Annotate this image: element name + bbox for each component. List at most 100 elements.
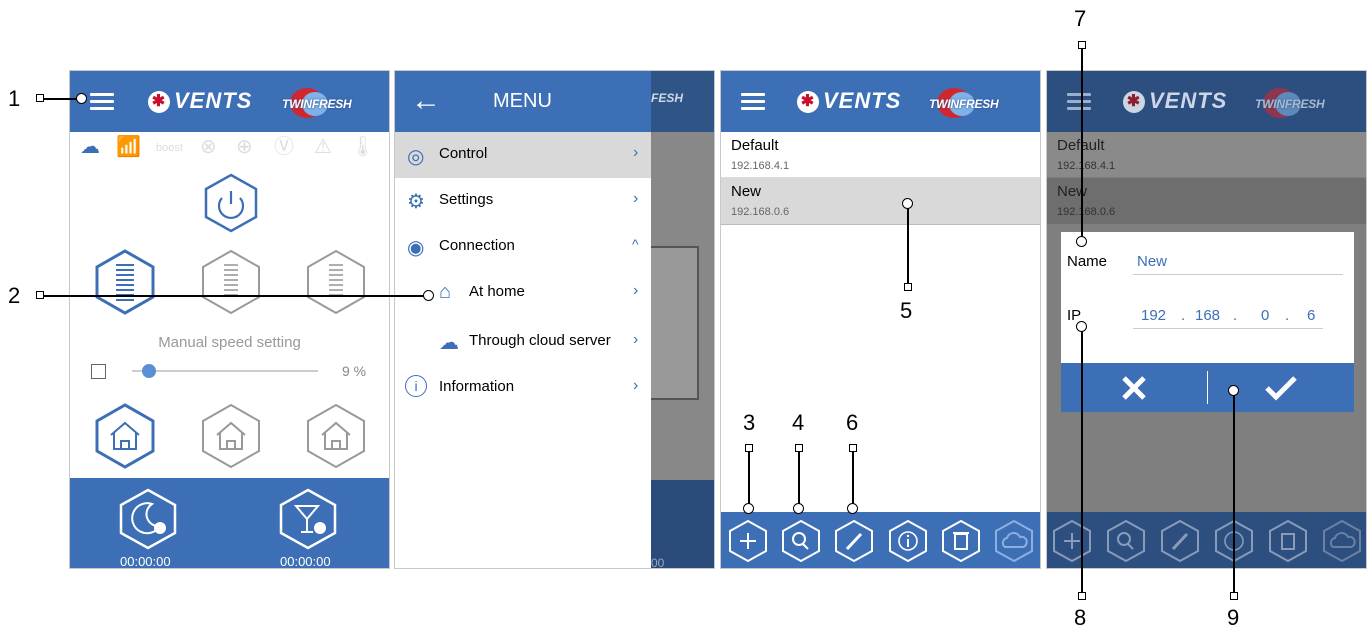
cloud-icon [1323, 519, 1361, 563]
edit-device-button[interactable] [833, 519, 875, 563]
info-device-button[interactable] [887, 519, 929, 563]
callout-2-label: 2 [8, 283, 21, 308]
menu-item-label: Control [439, 145, 488, 162]
wifi-icon: ◉ [407, 237, 425, 259]
device-ip: 192.168.4.1 [1057, 160, 1116, 172]
chevron-right-icon: › [633, 144, 639, 161]
device-row-new[interactable]: New 192.168.0.6 [721, 178, 1040, 225]
vents-logo: ✱ VENTS [1123, 88, 1227, 114]
device-ip: 192.168.0.6 [731, 206, 790, 218]
device-row-default-dimmed: Default 192.168.4.1 [1047, 132, 1366, 177]
ip-input[interactable]: 192 . 168 . 0 . 6 [1133, 302, 1323, 329]
supply-mode-button[interactable] [305, 403, 367, 469]
vents-logo: ✱ VENTS [797, 88, 901, 114]
settings-icon: ⚙ [407, 191, 425, 213]
callout-4-target [793, 503, 804, 514]
filter-icon: ⊕ [236, 136, 253, 158]
ip-octet-2[interactable]: 168 [1195, 307, 1220, 324]
screen-main-control: ✱ VENTS TWINFRESH ☁ 📶 boost ⊗ ⊕ Ⓥ ⚠ 🌡 Man… [69, 70, 390, 569]
chevron-right-icon: › [633, 190, 639, 207]
device-row-new-dimmed: New 192.168.0.6 [1047, 178, 1366, 224]
power-button[interactable] [202, 173, 260, 233]
screen-edit-dialog: ✱VENTS TWINFRESH Default 192.168.4.1 New… [1046, 70, 1367, 569]
navigation-drawer: ← MENU ◎ Control › ⚙ Settings › ◉ Connec… [395, 71, 651, 568]
callout-5-line [907, 208, 909, 284]
callout-9-line [1233, 394, 1235, 592]
cloud-device-button[interactable] [993, 519, 1035, 563]
callout-9-target [1228, 385, 1239, 396]
menu-item-settings[interactable]: ⚙ Settings › [395, 178, 651, 224]
app-header: ✱ VENTS TWINFRESH [721, 71, 1040, 132]
menu-item-connection[interactable]: ◉ Connection ^ [395, 224, 651, 270]
ip-separator: . [1181, 307, 1186, 324]
callout-4-line [798, 452, 800, 504]
app-header: ✱ VENTS TWINFRESH [70, 71, 389, 132]
device-name: New [731, 183, 762, 200]
menu-item-label: Through cloud server [469, 332, 611, 349]
cloud-icon: ☁ [80, 136, 100, 158]
drawer-header: ← MENU [395, 71, 651, 132]
device-row-default[interactable]: Default 192.168.4.1 [721, 132, 1040, 178]
callout-1-line [44, 98, 78, 100]
cloud-icon: ☁ [439, 332, 459, 354]
menu-item-label: Information [439, 378, 515, 395]
device-name: New [1057, 183, 1088, 200]
add-device-button[interactable] [727, 519, 769, 563]
party-timer-button[interactable] [278, 488, 338, 550]
menu-item-control[interactable]: ◎ Control › [395, 132, 651, 178]
ventilation-mode-button[interactable] [94, 403, 156, 469]
vents-logo: ✱ VENTS [148, 88, 252, 114]
back-arrow-icon[interactable]: ← [411, 84, 441, 118]
ip-octet-3[interactable]: 0 [1261, 307, 1269, 324]
callout-5-anchor [904, 283, 912, 291]
behind-logo-fragment: FESH [651, 91, 684, 105]
ip-separator: . [1233, 307, 1238, 324]
party-timer-value: 00:00:00 [280, 554, 331, 569]
menu-item-label: Settings [439, 191, 494, 208]
menu-item-cloud-server[interactable]: ☁ Through cloud server › [395, 319, 651, 365]
speed-slider-knob[interactable] [141, 364, 156, 378]
menu-title: MENU [493, 90, 552, 112]
wifi-icon: 📶 [116, 136, 141, 158]
control-icon: ◎ [407, 146, 425, 168]
speed-1-button[interactable] [94, 249, 156, 315]
menu-item-information[interactable]: i Information › [395, 365, 651, 411]
night-timer-value: 00:00:00 [120, 554, 171, 569]
behind-timer-fragment: 00 [651, 556, 665, 569]
thermometer-icon: 🌡 [350, 136, 376, 158]
menu-icon [1067, 93, 1091, 111]
delete-device-button[interactable] [940, 519, 982, 563]
callout-7-target [1076, 236, 1087, 247]
home-icon: ⌂ [439, 281, 452, 303]
night-timer-button[interactable] [118, 488, 178, 550]
callout-7-line [1081, 49, 1083, 238]
speed-3-button[interactable] [305, 249, 367, 315]
timer-footer: 00:00:00 00:00:00 [70, 478, 389, 568]
regeneration-mode-button[interactable] [200, 403, 262, 469]
manual-speed-checkbox[interactable] [91, 364, 106, 379]
speed-2-button[interactable] [200, 249, 262, 315]
chevron-right-icon: › [633, 331, 639, 348]
callout-2-anchor [36, 291, 44, 299]
cancel-button[interactable] [1061, 363, 1207, 412]
screen-menu: FESH 00 ← MENU ◎ Control › ⚙ Settings › … [394, 70, 715, 569]
add-icon [1053, 519, 1091, 563]
name-input[interactable]: New [1133, 248, 1343, 275]
chevron-right-icon: › [633, 282, 639, 299]
app-header-dimmed: ✱ VENTS TWINFRESH [1047, 71, 1366, 132]
ip-separator: . [1285, 307, 1290, 324]
ip-octet-4[interactable]: 6 [1307, 307, 1315, 324]
callout-8-label: 8 [1074, 605, 1087, 630]
callout-6-anchor [849, 444, 857, 452]
callout-2-line [44, 295, 424, 297]
ip-octet-1[interactable]: 192 [1141, 307, 1166, 324]
name-input-value: New [1137, 253, 1168, 270]
search-device-button[interactable] [780, 519, 822, 563]
callout-4-label: 4 [792, 410, 805, 435]
menu-icon[interactable] [90, 93, 114, 111]
callout-1-anchor [36, 94, 44, 102]
speed-slider[interactable] [132, 364, 318, 378]
callout-3-target [743, 503, 754, 514]
valve-icon: Ⓥ [274, 136, 294, 158]
menu-icon[interactable] [741, 93, 765, 111]
